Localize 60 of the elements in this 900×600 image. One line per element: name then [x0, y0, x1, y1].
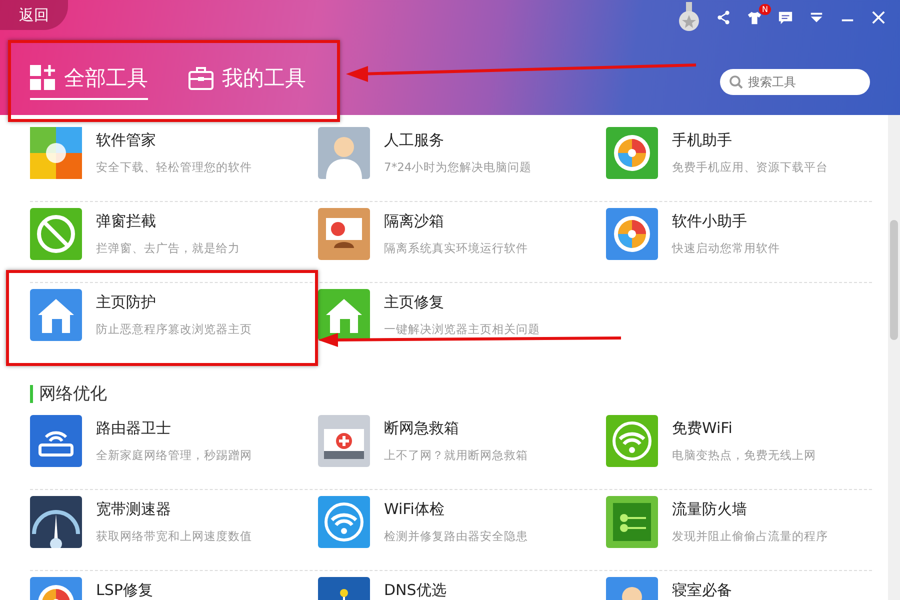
tool-description: 上不了网？就用断网急救箱 — [384, 448, 528, 463]
tool-name[interactable]: 手机助手 — [672, 131, 828, 150]
tool-description: 电脑变热点，免费无线上网 — [672, 448, 816, 463]
medal-icon[interactable] — [678, 2, 700, 32]
tool-description: 隔离系统真实环境运行软件 — [384, 241, 528, 256]
medkit-icon[interactable] — [318, 415, 370, 467]
scrollbar[interactable] — [888, 115, 900, 600]
firewall-icon[interactable] — [606, 496, 658, 548]
close-icon[interactable] — [871, 10, 886, 24]
grid-icon[interactable] — [30, 127, 82, 179]
tool-description: 发现并阻止偷偷占流量的程序 — [672, 529, 828, 544]
tool-name[interactable]: 免费WiFi — [672, 419, 816, 438]
tool-name[interactable]: 宽带测速器 — [96, 500, 252, 519]
search-icon — [729, 75, 743, 89]
wifi-icon[interactable] — [606, 415, 658, 467]
tool-name[interactable]: 断网急救箱 — [384, 419, 528, 438]
tool-name[interactable]: 弹窗拦截 — [96, 212, 240, 231]
grid-plus-icon — [30, 65, 56, 91]
router-icon[interactable] — [30, 415, 82, 467]
gauge-icon[interactable] — [30, 496, 82, 548]
ban-icon[interactable] — [30, 208, 82, 260]
ring-icon[interactable] — [606, 208, 658, 260]
tool-name[interactable]: 软件管家 — [96, 131, 252, 150]
tool-name[interactable]: 主页防护 — [96, 293, 252, 312]
search-field[interactable]: 搜索工具 — [720, 69, 870, 95]
tool-description: 一键解决浏览器主页相关问题 — [384, 322, 540, 337]
tool-description: 免费手机应用、资源下载平台 — [672, 160, 828, 175]
tool-name[interactable]: 隔离沙箱 — [384, 212, 528, 231]
house-icon[interactable] — [318, 289, 370, 341]
tab[interactable]: 全部工具 — [30, 64, 148, 100]
tool-name[interactable]: 主页修复 — [384, 293, 540, 312]
back-button[interactable]: 返回 — [0, 0, 68, 30]
tool-description: 快速启动您常用软件 — [672, 241, 780, 256]
notification-badge: N — [759, 4, 771, 14]
tool-description: 检测并修复路由器安全隐患 — [384, 529, 528, 544]
share-icon[interactable] — [716, 10, 731, 24]
ring-icon[interactable] — [606, 127, 658, 179]
tool-description: 拦弹窗、去广告，就是给力 — [96, 241, 240, 256]
tool-name[interactable]: 路由器卫士 — [96, 419, 252, 438]
tool-name[interactable]: 软件小助手 — [672, 212, 780, 231]
tab[interactable]: 我的工具 — [188, 64, 306, 100]
scrollbar-thumb[interactable] — [890, 220, 898, 340]
tool-name[interactable]: LSP修复 — [96, 581, 153, 600]
shirt-icon[interactable] — [747, 10, 762, 24]
tool-name[interactable]: WiFi体检 — [384, 500, 528, 519]
message-icon[interactable] — [778, 10, 793, 24]
house-icon[interactable] — [30, 289, 82, 341]
section-title: 网络优化 — [30, 385, 872, 403]
tool-description: 安全下载、轻松管理您的软件 — [96, 160, 252, 175]
tool-description: 7*24小时为您解决电脑问题 — [384, 160, 532, 175]
tool-description: 全新家庭网络管理，秒踢蹭网 — [96, 448, 252, 463]
tool-name[interactable]: DNS优选 — [384, 581, 446, 600]
tool-description: 防止恶意程序篡改浏览器主页 — [96, 322, 252, 337]
photo-icon[interactable] — [318, 208, 370, 260]
tool-name[interactable]: 流量防火墙 — [672, 500, 828, 519]
tool-name[interactable]: 寝室必备 — [672, 581, 732, 600]
toolbox-icon — [188, 65, 214, 91]
tool-name[interactable]: 人工服务 — [384, 131, 532, 150]
wifi-icon[interactable] — [318, 496, 370, 548]
tool-description: 获取网络带宽和上网速度数值 — [96, 529, 252, 544]
